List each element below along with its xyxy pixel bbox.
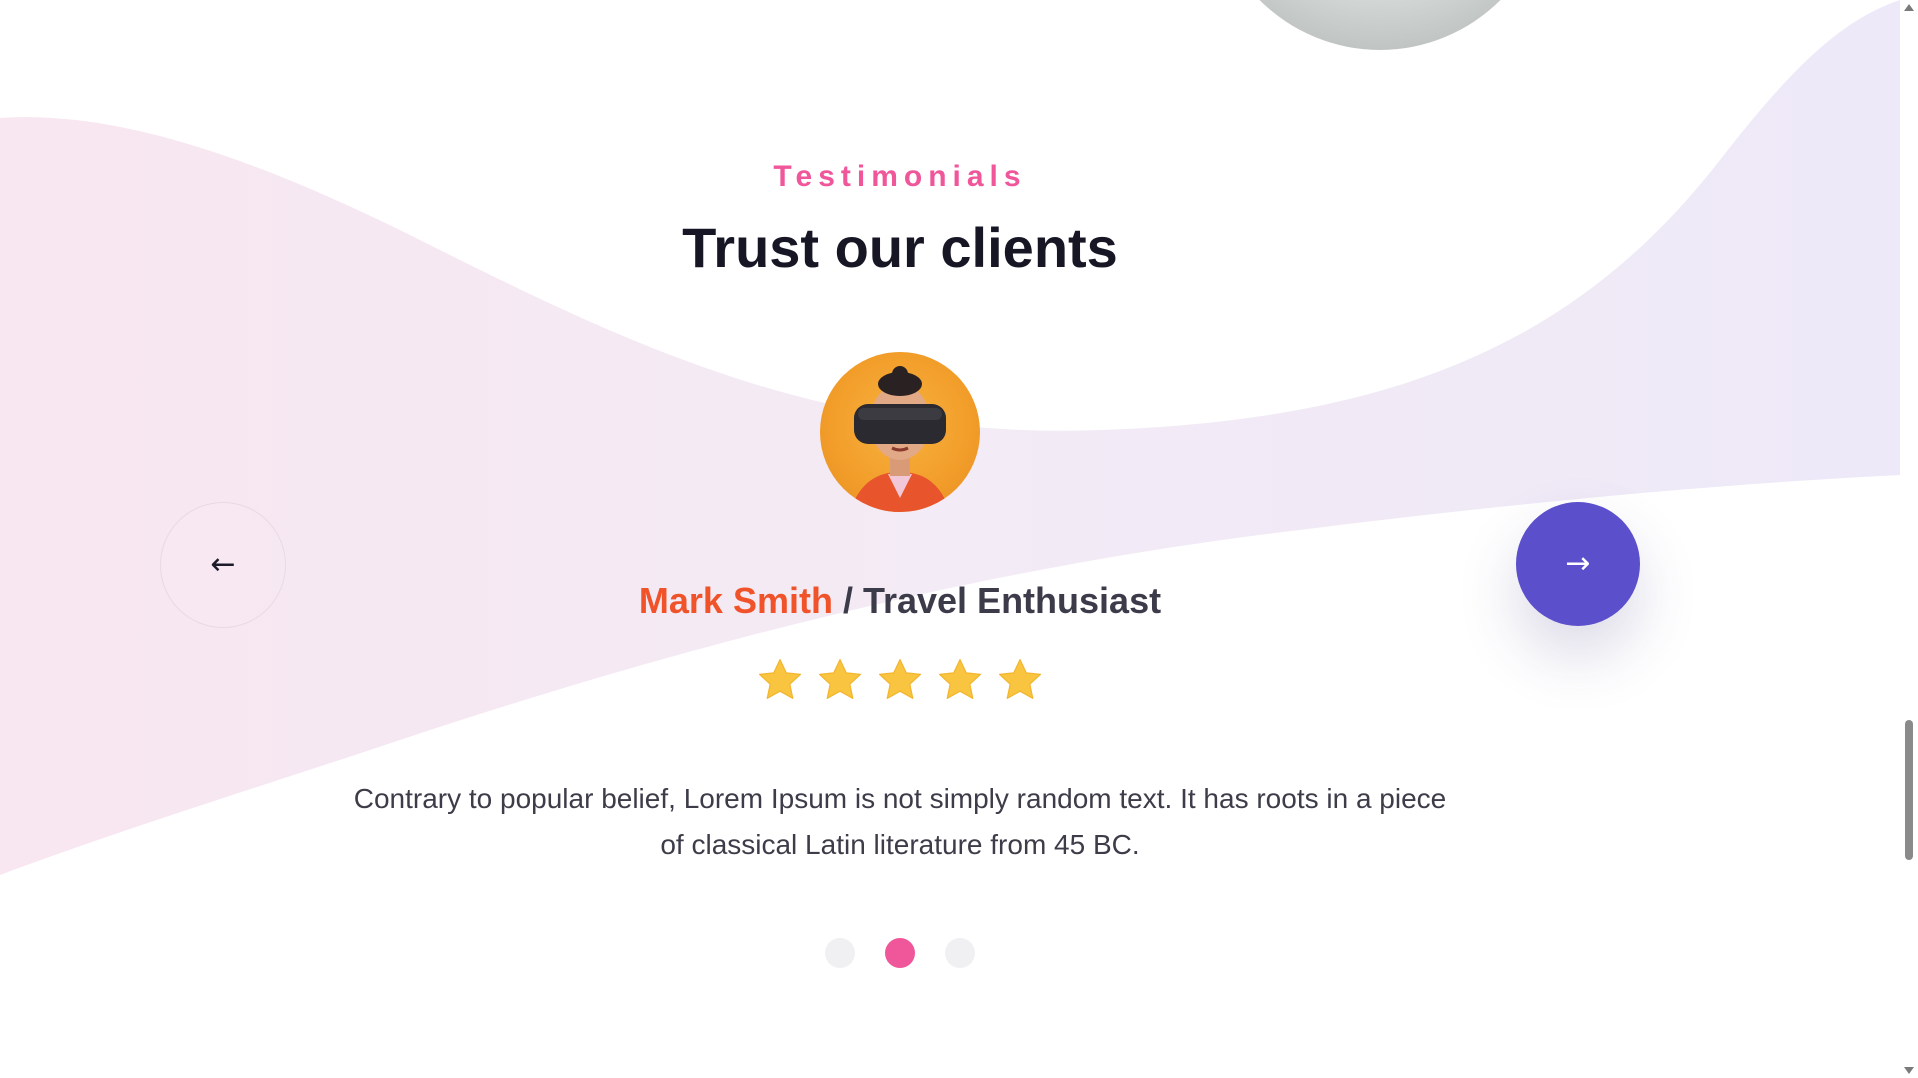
carousel-pagination [0,938,1800,968]
person-vr-headset-image [850,366,950,512]
star-icon [879,659,921,699]
star-icon [939,659,981,699]
section-eyebrow: Testimonials [773,160,1027,193]
testimonial-author: Mark Smith / Travel Enthusiast [0,580,1800,622]
star-icon [759,659,801,699]
vertical-scrollbar[interactable] [1900,0,1918,1078]
star-icon [819,659,861,699]
pagination-dot[interactable] [885,938,915,968]
testimonial-quote: Contrary to popular belief, Lorem Ipsum … [353,783,1447,860]
author-role: Travel Enthusiast [862,580,1162,621]
section-heading: Trust our clients [682,216,1118,279]
scrollbar-thumb[interactable] [1905,720,1913,860]
arrow-left-icon: ← [210,547,236,582]
pagination-dot[interactable] [825,938,855,968]
pagination-dot[interactable] [945,938,975,968]
page: Testimonials Trust our clients ← → Mark … [0,0,1918,1078]
rating-stars [0,656,1800,704]
author-separator: / [832,580,863,621]
testimonials-section: Testimonials Trust our clients ← → Mark … [0,0,1900,1078]
star-icon [999,659,1041,699]
arrow-right-icon: → [1565,546,1591,581]
scroll-down-icon[interactable] [1904,1067,1914,1074]
avatar [820,352,980,512]
author-name: Mark Smith [638,580,833,621]
scroll-up-icon[interactable] [1904,4,1914,11]
